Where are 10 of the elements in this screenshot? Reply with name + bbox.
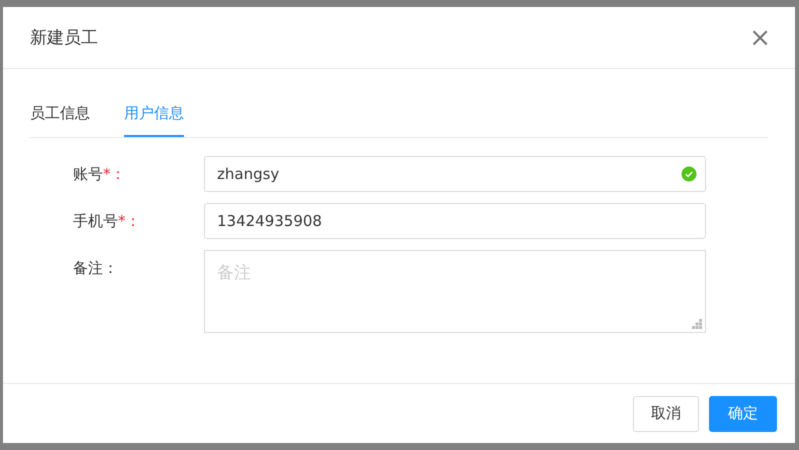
field-label: 账号*： (72, 164, 126, 185)
resize-grip-icon[interactable] (692, 319, 702, 329)
dialog-title: 新建员工 (30, 27, 98, 49)
field-label: 备注： (72, 258, 119, 279)
cancel-button[interactable]: 取消 (633, 396, 699, 432)
tab[interactable]: 员工信息 (30, 104, 90, 137)
close-button[interactable]: × (745, 24, 775, 50)
input-field[interactable]: 13424935908 (204, 203, 706, 239)
field-label: 手机号*： (72, 211, 142, 232)
input-field[interactable]: zhangsy (204, 156, 706, 192)
